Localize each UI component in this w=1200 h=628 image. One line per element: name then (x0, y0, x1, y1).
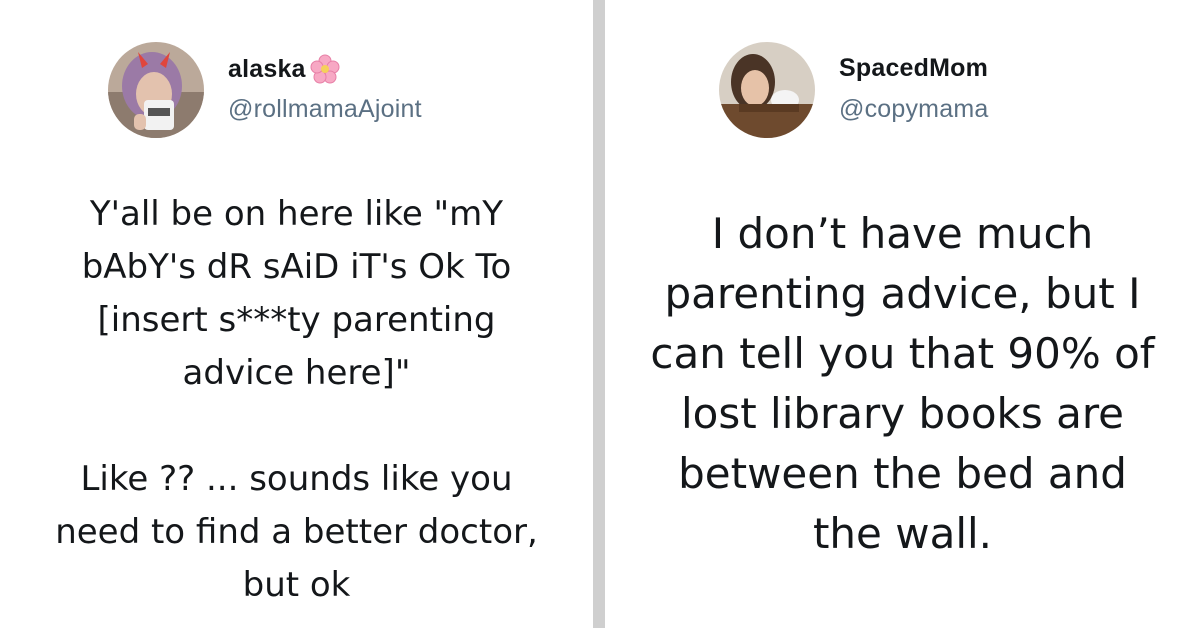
tweet-line: the wall. (812, 509, 993, 558)
avatar[interactable] (719, 42, 815, 138)
tweet-line: but ok (242, 565, 351, 605)
display-name[interactable]: SpacedMom (839, 54, 988, 83)
tweet-line: advice here]" (182, 353, 411, 393)
tweet-line: lost library books are (680, 389, 1125, 438)
tweet-line: bAbY's dR sAiD iT's Ok To (81, 247, 512, 287)
tweet-line: can tell you that 90% of (650, 329, 1155, 378)
tweet-line: need to find a better doctor, (55, 512, 538, 552)
avatar[interactable] (108, 42, 204, 138)
user-handle[interactable]: @rollmamaAjoint (228, 95, 422, 124)
meme-image: alaska @rollmamaAjoint Y'all be on here (0, 0, 1200, 628)
tweet-line: between the bed and (678, 449, 1127, 498)
right-tweet-card: SpacedMom @copymama I don’t have much pa… (605, 0, 1200, 628)
tweet-line: parenting advice, but I (664, 269, 1141, 318)
tweet-paragraph: Y'all be on here like "mY bAbY's dR sAiD… (0, 188, 593, 400)
display-name[interactable]: alaska (228, 55, 306, 84)
cherry-blossom-icon (310, 54, 340, 84)
avatar-photo-icon (108, 42, 204, 138)
tweet-text: Y'all be on here like "mY bAbY's dR sAiD… (0, 188, 593, 612)
tweet-line: [insert s***ty parenting (97, 300, 496, 340)
user-handle[interactable]: @copymama (839, 95, 988, 124)
display-name-row[interactable]: alaska (228, 54, 340, 84)
tweet-paragraph: Like ?? ... sounds like you need to find… (0, 453, 593, 612)
divider (593, 0, 605, 628)
tweet-line: I don’t have much (711, 209, 1094, 258)
tweet-line: Y'all be on here like "mY (89, 194, 504, 234)
tweet-text: I don’t have much parenting advice, but … (605, 204, 1200, 564)
avatar-photo-icon (719, 42, 815, 138)
left-tweet-card: alaska @rollmamaAjoint Y'all be on here (0, 0, 593, 628)
tweet-line: Like ?? ... sounds like you (80, 459, 513, 499)
